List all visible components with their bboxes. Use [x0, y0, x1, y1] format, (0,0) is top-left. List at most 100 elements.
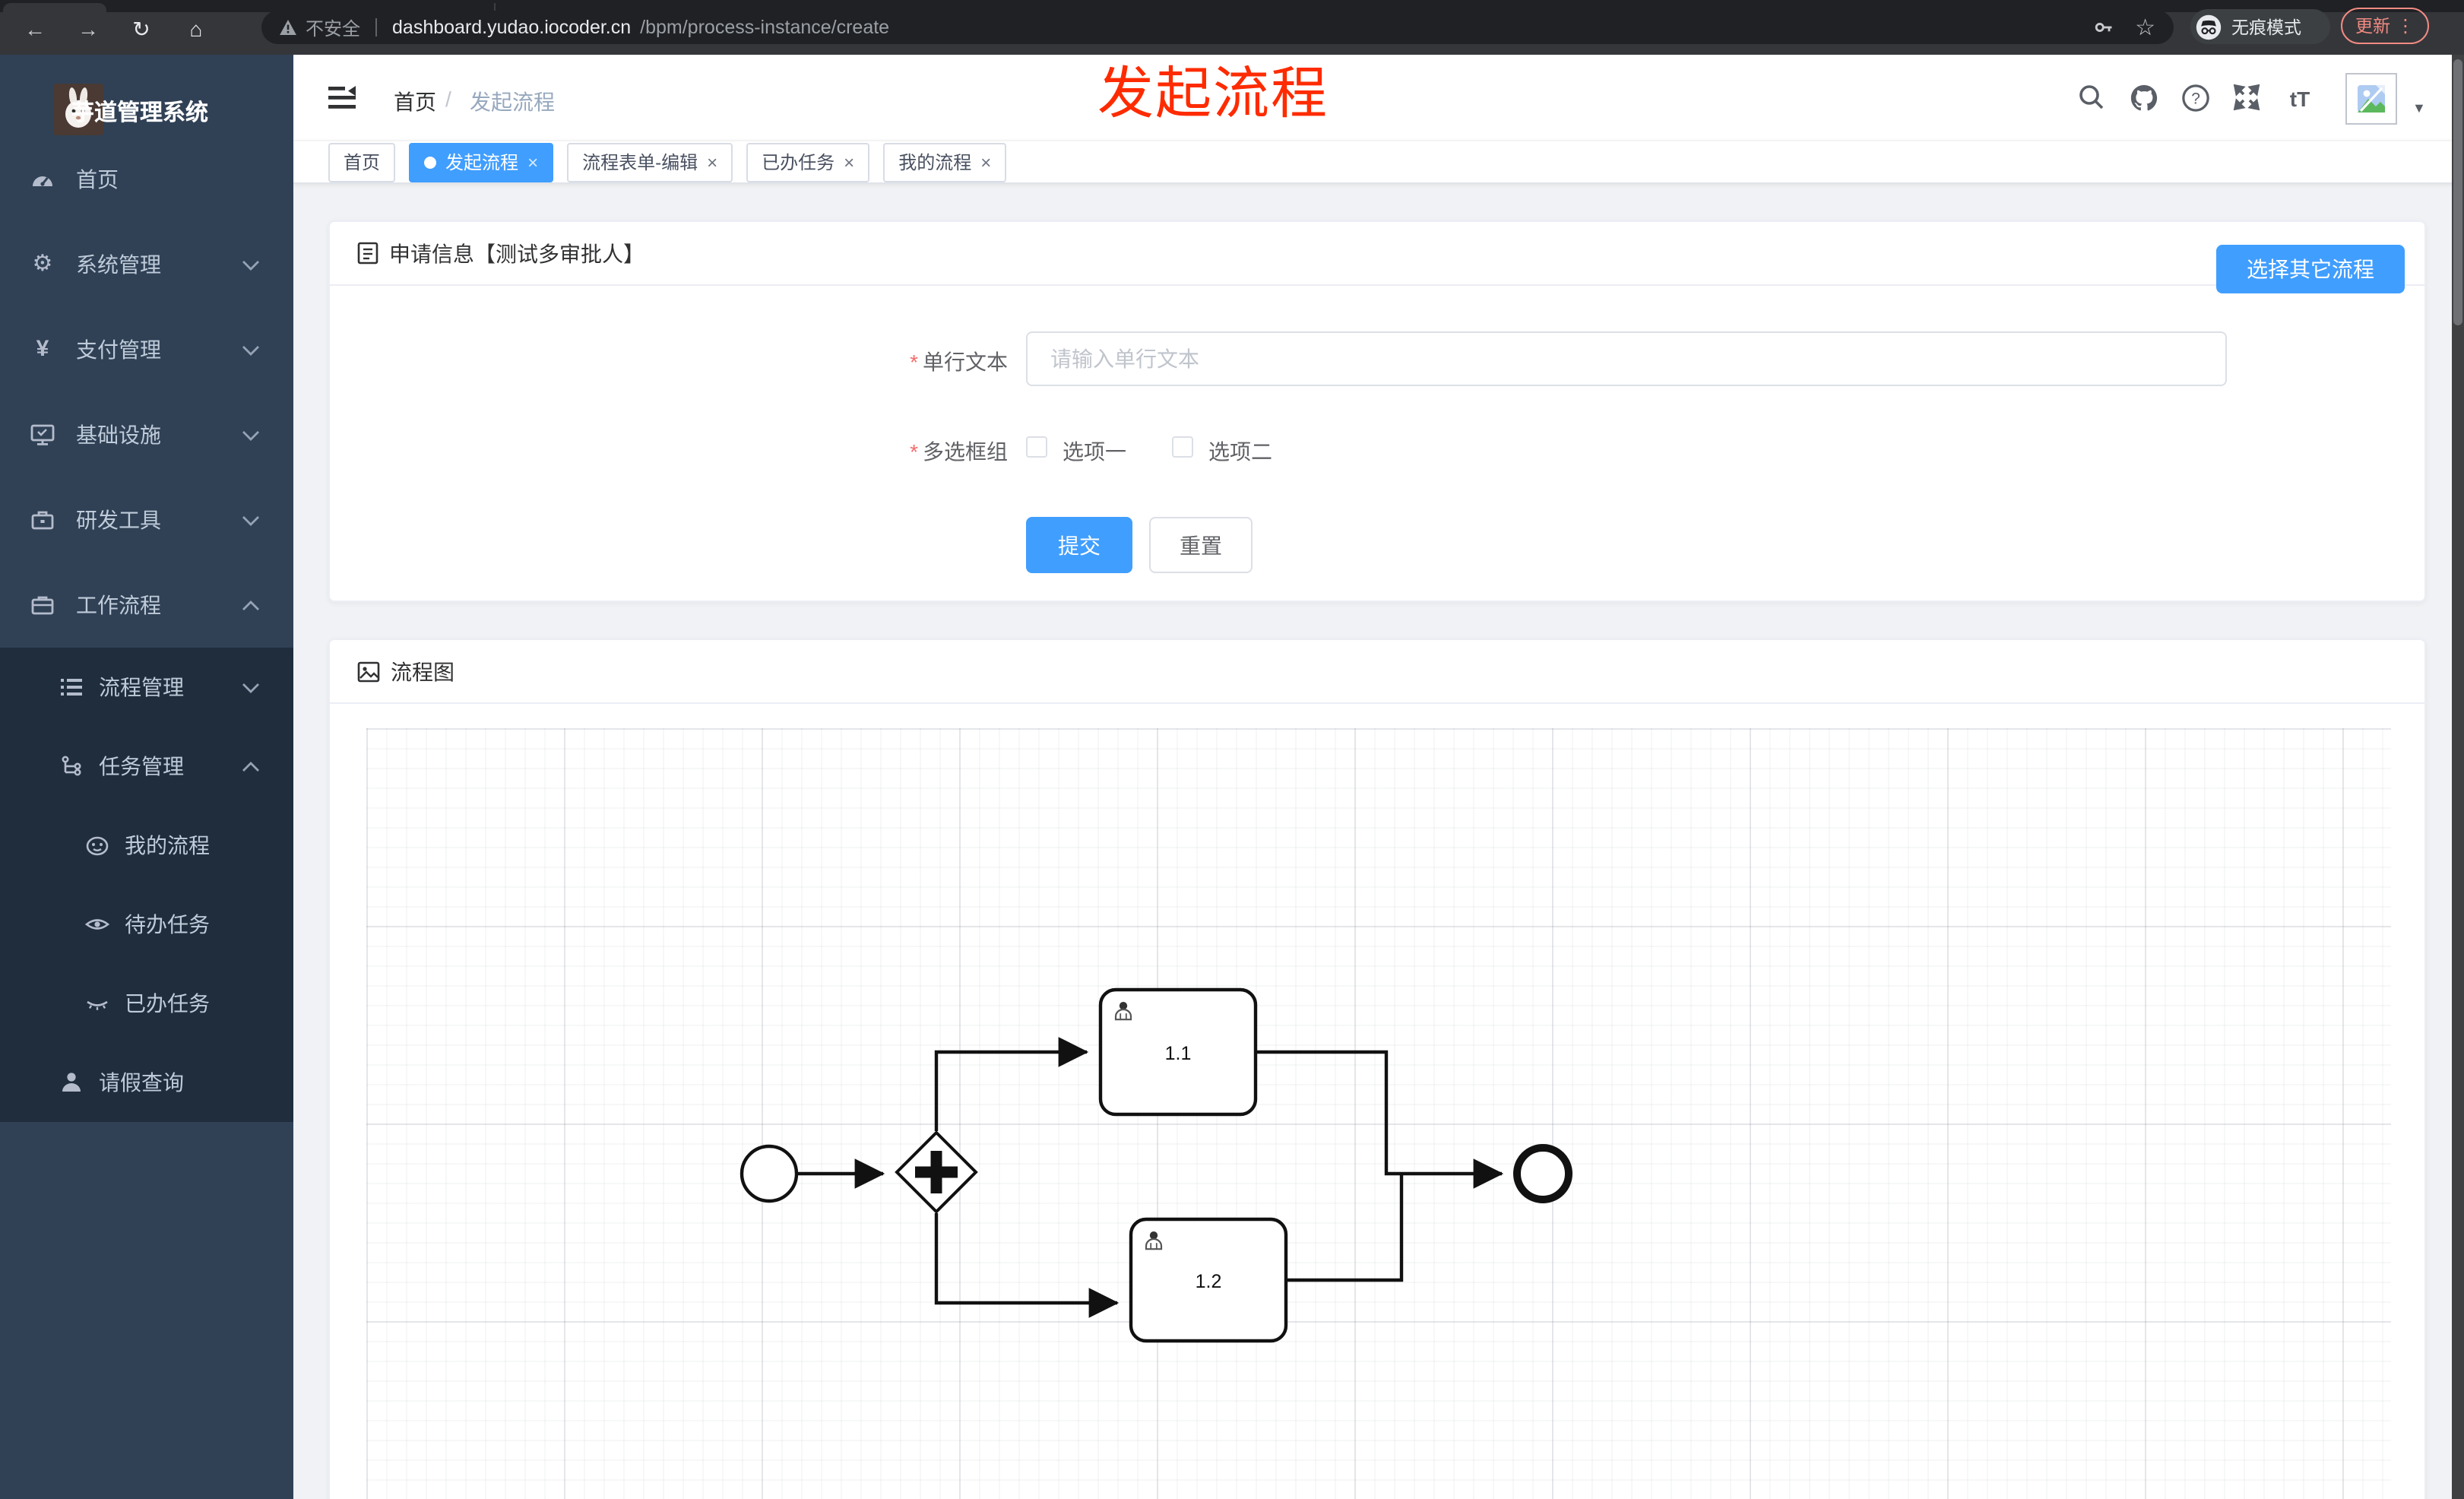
bpmn-diagram: 1.1 1.2 — [740, 987, 1572, 1343]
choose-other-process-button[interactable]: 选择其它流程 — [2216, 245, 2405, 293]
font-size-icon[interactable]: tT — [2283, 84, 2317, 114]
single-line-text-input[interactable] — [1026, 331, 2227, 386]
flow-task1-to-end[interactable] — [1256, 1050, 1504, 1189]
toolbox-icon — [30, 508, 55, 532]
flow-task2-join[interactable] — [1286, 1175, 1404, 1282]
tag-form-edit[interactable]: 流程表单-编辑 × — [567, 142, 733, 182]
chevron-up-icon — [242, 601, 259, 610]
breadcrumb-separator: / — [445, 87, 451, 111]
caret-down-icon[interactable]: ▼ — [2412, 100, 2426, 116]
close-icon[interactable]: × — [527, 153, 538, 171]
required-mark: * — [910, 439, 918, 464]
browser-home-button[interactable]: ⌂ — [179, 14, 213, 44]
avatar[interactable] — [2345, 73, 2397, 125]
browser-reload-button[interactable]: ↻ — [125, 14, 158, 44]
sidebar-item-todo-tasks[interactable]: 待办任务 — [0, 885, 293, 964]
sidebar-item-my-processes[interactable]: 我的流程 — [0, 806, 293, 885]
task-label: 1.1 — [1165, 1043, 1192, 1064]
tag-my-processes[interactable]: 我的流程 × — [883, 142, 1007, 182]
close-icon[interactable]: × — [707, 153, 717, 171]
search-icon[interactable] — [2078, 84, 2111, 114]
close-icon[interactable]: × — [980, 153, 991, 171]
address-bar[interactable]: 不安全 dashboard.yudao.iocoder.cn/bpm/proce… — [261, 11, 2174, 44]
key-icon[interactable] — [2092, 17, 2114, 38]
tab-divider — [494, 3, 496, 11]
reset-button[interactable]: 重置 — [1149, 517, 1253, 573]
tag-label: 流程表单-编辑 — [582, 152, 698, 173]
tag-label: 发起流程 — [445, 152, 519, 173]
briefcase-icon — [30, 593, 55, 617]
browser-menu-icon[interactable]: ⋮ — [2396, 15, 2415, 36]
page-header: 首页 / 发起流程 ? tT ▼ — [293, 55, 2464, 140]
tag-label: 首页 — [344, 152, 381, 173]
browser-update-button[interactable]: 更新 ⋮ — [2341, 8, 2429, 44]
bpmn-canvas[interactable]: 1.1 1.2 — [366, 728, 2391, 1499]
user-task-1-2-node[interactable]: 1.2 — [1129, 1217, 1288, 1343]
sidebar-item-done-tasks[interactable]: 已办任务 — [0, 964, 293, 1043]
sidebar-item-label: 支付管理 — [76, 338, 161, 362]
browser-forward-button[interactable]: → — [71, 14, 105, 44]
help-icon[interactable]: ? — [2181, 84, 2215, 114]
browser-active-tab[interactable] — [3, 3, 106, 12]
robot-icon — [85, 833, 109, 857]
sidebar-item-home[interactable]: 首页 — [0, 137, 293, 222]
app-title: 芋道管理系统 — [71, 100, 209, 126]
scrollbar-track[interactable] — [2452, 55, 2464, 1499]
diagram-card-header: 流程图 — [330, 640, 2424, 704]
checkbox-option-2[interactable] — [1172, 436, 1193, 458]
sidebar-item-label: 研发工具 — [76, 508, 161, 532]
sidebar-toggle-icon[interactable] — [328, 85, 356, 109]
apply-card-title: 申请信息【测试多审批人】 — [389, 241, 645, 265]
sidebar-item-label: 已办任务 — [125, 991, 210, 1016]
fullscreen-icon[interactable] — [2233, 84, 2266, 114]
scrollbar-thumb[interactable] — [2453, 59, 2462, 325]
sidebar-item-workflow[interactable]: 工作流程 — [0, 563, 293, 648]
tag-create-process[interactable]: 发起流程 × — [409, 142, 554, 182]
eye-closed-icon — [85, 991, 109, 1016]
sidebar-item-infrastructure[interactable]: 基础设施 — [0, 392, 293, 477]
sidebar-item-label: 首页 — [76, 167, 119, 192]
submit-button[interactable]: 提交 — [1026, 517, 1132, 573]
flow-gateway-to-task2[interactable] — [934, 1213, 1120, 1318]
sidebar-item-label: 我的流程 — [125, 833, 210, 857]
tag-done-tasks[interactable]: 已办任务 × — [746, 142, 870, 182]
flow-diagram-card: 流程图 1.1 1.2 — [328, 639, 2426, 1499]
apply-info-card: 申请信息【测试多审批人】 选择其它流程 *单行文本 *多选框组 选项一 选项二 … — [328, 220, 2426, 602]
sidebar-item-system[interactable]: ⚙ 系统管理 — [0, 222, 293, 307]
sidebar-item-task-management[interactable]: 任务管理 — [0, 727, 293, 806]
checkbox-option-2-label[interactable]: 选项二 — [1208, 436, 1272, 467]
url-path[interactable]: /bpm/process-instance/create — [640, 17, 889, 38]
sidebar-item-process-management[interactable]: 流程管理 — [0, 648, 293, 727]
sidebar-item-label: 待办任务 — [125, 912, 210, 936]
tag-label: 我的流程 — [898, 152, 972, 173]
breadcrumb-home[interactable]: 首页 — [394, 87, 436, 117]
sidebar-item-label: 系统管理 — [76, 252, 161, 277]
incognito-icon — [2195, 13, 2222, 40]
github-icon[interactable] — [2130, 84, 2163, 114]
picture-icon — [357, 661, 380, 682]
close-icon[interactable]: × — [844, 153, 854, 171]
eye-icon — [85, 912, 109, 936]
sidebar: 芋道管理系统 首页 ⚙ 系统管理 ¥ 支付管理 基础设施 研发工具 工作流程 流… — [0, 55, 293, 1499]
end-event-node[interactable] — [1513, 1144, 1572, 1203]
parallel-gateway-node[interactable] — [895, 1130, 978, 1214]
bookmark-star-icon[interactable]: ☆ — [2135, 14, 2155, 41]
chevron-up-icon — [242, 762, 259, 772]
incognito-label: 无痕模式 — [2231, 19, 2301, 37]
start-event-node[interactable] — [740, 1144, 799, 1203]
url-host[interactable]: dashboard.yudao.iocoder.cn — [392, 17, 631, 38]
sidebar-item-payment[interactable]: ¥ 支付管理 — [0, 307, 293, 392]
browser-back-button[interactable]: ← — [18, 14, 52, 44]
security-label[interactable]: 不安全 — [306, 14, 360, 40]
sidebar-item-leave-query[interactable]: 请假查询 — [0, 1043, 293, 1122]
flow-gateway-to-task1[interactable] — [934, 1037, 1089, 1131]
tag-home[interactable]: 首页 — [328, 142, 396, 182]
sidebar-menu: 首页 ⚙ 系统管理 ¥ 支付管理 基础设施 研发工具 工作流程 流程管理 任务管… — [0, 137, 293, 1122]
sidebar-item-dev-tools[interactable]: 研发工具 — [0, 477, 293, 563]
checkbox-option-1-label[interactable]: 选项一 — [1063, 436, 1126, 467]
text-field-label: * 单行文本 — [831, 347, 1008, 377]
svg-text:?: ? — [2191, 90, 2200, 108]
user-task-1-1-node[interactable]: 1.1 — [1098, 987, 1258, 1117]
checkbox-option-1[interactable] — [1026, 436, 1047, 458]
document-icon — [357, 242, 378, 265]
